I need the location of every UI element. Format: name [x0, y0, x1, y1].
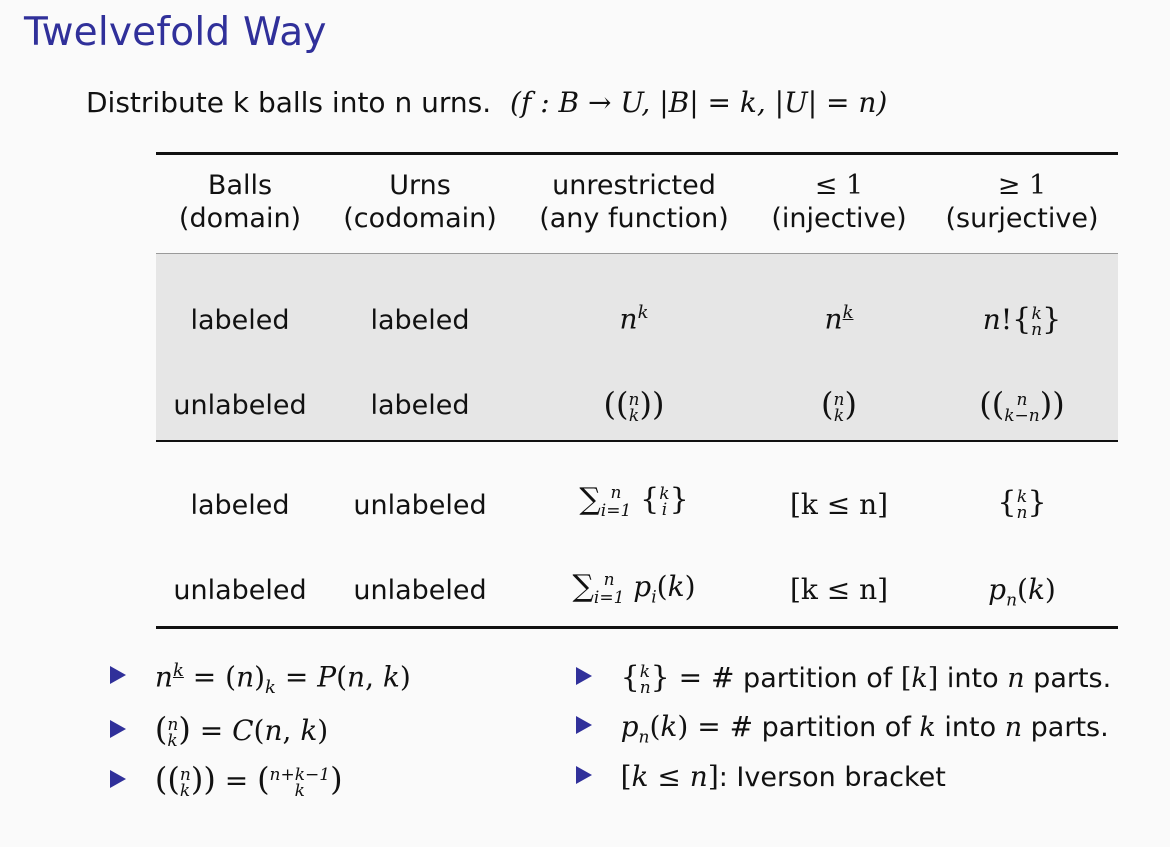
- row4-injective: [k ≤ n]: [789, 573, 889, 606]
- header-urns: Urns (codomain): [343, 169, 497, 235]
- row1-surjective: n!{k n}: [982, 302, 1062, 340]
- header-line: unrestricted: [552, 170, 716, 201]
- row1-urns: labeled: [370, 305, 470, 336]
- row2-surjective: ((n k−n)): [979, 385, 1065, 426]
- header-unrestricted: unrestricted (any function): [539, 169, 729, 235]
- row3-surjective: {k n}: [997, 485, 1047, 523]
- header-injective: ≤ 1 (injective): [771, 169, 906, 235]
- table-mid-rule: [156, 440, 1118, 442]
- row4-urns: unlabeled: [353, 575, 487, 606]
- triangle-bullet-icon: [110, 666, 126, 685]
- triangle-bullet-icon: [576, 667, 592, 685]
- header-line: (any function): [539, 203, 729, 234]
- row2-unrestricted: ((n k)): [603, 385, 665, 426]
- bullet-item: pn(k) = # partition of k into n parts.: [576, 710, 1109, 748]
- header-line: Urns: [389, 170, 451, 201]
- intro-formula: (f : B → U, |B| = k, |U| = n): [510, 86, 888, 119]
- header-line: (codomain): [343, 203, 497, 234]
- header-line: ≥ 1: [997, 170, 1047, 201]
- row3-urns: unlabeled: [353, 490, 487, 521]
- header-line: (surjective): [945, 203, 1099, 234]
- header-line: (injective): [771, 203, 907, 234]
- row4-balls: unlabeled: [173, 575, 307, 606]
- row1-balls: labeled: [190, 305, 290, 336]
- header-line: (domain): [178, 203, 302, 234]
- bullet-item: (n k) = C(n, k): [110, 710, 328, 749]
- row2-balls: unlabeled: [173, 390, 307, 421]
- shade-edge: [156, 253, 1118, 254]
- row3-unrestricted: ∑ n i=1 {k i}: [579, 482, 689, 521]
- table-top-rule: [156, 152, 1118, 155]
- row3-injective: [k ≤ n]: [789, 488, 889, 521]
- triangle-bullet-icon: [576, 766, 592, 784]
- header-line: ≤ 1: [814, 170, 864, 201]
- slide-title: Twelvefold Way: [24, 10, 327, 55]
- row2-injective: (n k): [821, 385, 857, 426]
- bullet-item: [k ≤ n]: Iverson bracket: [576, 760, 946, 793]
- header-surjective: ≥ 1 (surjective): [946, 169, 1099, 235]
- bullet-item: {k n} = # partition of [k] into n parts.: [576, 660, 1111, 696]
- triangle-bullet-icon: [110, 770, 126, 788]
- intro-line: Distribute k balls into n urns. (f : B →…: [86, 86, 887, 119]
- triangle-bullet-icon: [110, 720, 126, 738]
- bullet-item: ((n k)) = (n+k−1 k): [110, 760, 343, 799]
- triangle-bullet-icon: [576, 716, 592, 734]
- row4-surjective: pn(k): [988, 573, 1056, 611]
- intro-text: Distribute k balls into n urns.: [86, 86, 492, 119]
- row3-balls: labeled: [190, 490, 290, 521]
- header-line: Balls: [207, 170, 273, 201]
- row1-unrestricted: nk: [619, 302, 649, 336]
- table-bottom-rule: [156, 626, 1118, 629]
- header-balls: Balls (domain): [179, 169, 301, 235]
- row2-urns: labeled: [370, 390, 470, 421]
- bullet-item: nk = (n)k = P(n, k): [110, 660, 411, 698]
- row1-injective: nk: [824, 302, 854, 336]
- row4-unrestricted: ∑ n i=1 pi(k): [572, 569, 696, 608]
